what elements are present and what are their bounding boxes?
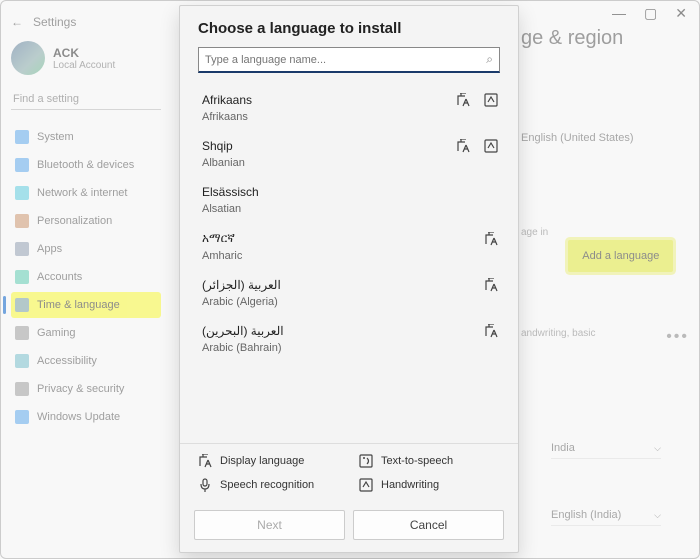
language-option[interactable]: العربية (الجزائر)Arabic (Algeria) [198,272,512,318]
sidebar-item-time-language[interactable]: Time & language [11,292,161,318]
sidebar-item-personalization[interactable]: Personalization [11,208,161,234]
nav-icon [15,130,29,144]
language-list[interactable]: AfrikaansAfrikaansShqipAlbanianElsässisc… [180,81,518,443]
language-option[interactable]: ElsässischAlsatian [198,179,512,225]
sidebar-item-bluetooth-devices[interactable]: Bluetooth & devices [11,152,161,178]
minimize-button[interactable]: — [612,5,626,22]
sidebar-item-accessibility[interactable]: Accessibility [11,348,161,374]
search-icon: ⌕ [486,52,493,67]
language-features: andwriting, basic [521,328,595,346]
display-language-icon [198,454,212,468]
language-option[interactable]: ShqipAlbanian [198,133,512,179]
tts-icon [359,454,373,468]
settings-title: Settings [33,15,76,29]
language-option[interactable]: AfrikaansAfrikaans [198,87,512,133]
next-button[interactable]: Next [194,510,345,540]
handwriting-icon [484,93,498,107]
close-button[interactable]: ✕ [675,5,687,22]
profile-block[interactable]: ACK Local Account [11,41,161,75]
sidebar-item-privacy-security[interactable]: Privacy & security [11,376,161,402]
nav-icon [15,186,29,200]
language-option[interactable]: العربية (البحرين)Arabic (Bahrain) [198,318,512,364]
dialog-title: Choose a language to install [198,20,500,37]
feature-legend: Display language Text-to-speech Speech r… [180,443,518,502]
profile-sub: Local Account [53,60,115,71]
more-icon[interactable]: ••• [666,328,689,346]
nav-icon [15,410,29,424]
sidebar-item-apps[interactable]: Apps [11,236,161,262]
find-setting-input[interactable] [11,89,161,110]
sidebar-item-windows-update[interactable]: Windows Update [11,404,161,430]
display-language-icon [484,324,498,338]
speech-icon [198,478,212,492]
page-title: ge & region [521,27,689,50]
language-option[interactable]: አማርኛAmharic [198,225,512,272]
nav-icon [15,298,29,312]
sidebar-item-system[interactable]: System [11,124,161,150]
display-language-icon [456,93,470,107]
nav-icon [15,242,29,256]
handwriting-icon [359,478,373,492]
nav-icon [15,158,29,172]
back-icon[interactable]: ← [11,15,23,29]
profile-name: ACK [53,46,115,60]
cancel-button[interactable]: Cancel [353,510,504,540]
display-language-icon [484,278,498,292]
display-language-icon [484,232,498,246]
sidebar-item-gaming[interactable]: Gaming [11,320,161,346]
nav-icon [15,214,29,228]
maximize-button[interactable]: ▢ [644,5,657,22]
nav-icon [15,326,29,340]
avatar [11,41,45,75]
nav-icon [15,270,29,284]
country-select[interactable]: India⌵ [551,442,661,459]
language-search-input[interactable] [205,54,486,66]
nav-icon [15,382,29,396]
language-region-page: ge & region English (United States) age … [521,21,689,526]
caption: age in [521,227,548,238]
format-select[interactable]: English (India)⌵ [551,509,661,526]
nav-icon [15,354,29,368]
sidebar-item-network-internet[interactable]: Network & internet [11,180,161,206]
display-language-icon [456,139,470,153]
choose-language-dialog: Choose a language to install ⌕ Afrikaans… [179,5,519,553]
settings-sidebar: ← Settings ACK Local Account SystemBluet… [1,1,171,558]
handwriting-icon [484,139,498,153]
sidebar-item-accounts[interactable]: Accounts [11,264,161,290]
add-language-button[interactable]: Add a language [568,240,673,272]
display-language-value[interactable]: English (United States) [521,132,689,144]
language-search[interactable]: ⌕ [198,47,500,73]
